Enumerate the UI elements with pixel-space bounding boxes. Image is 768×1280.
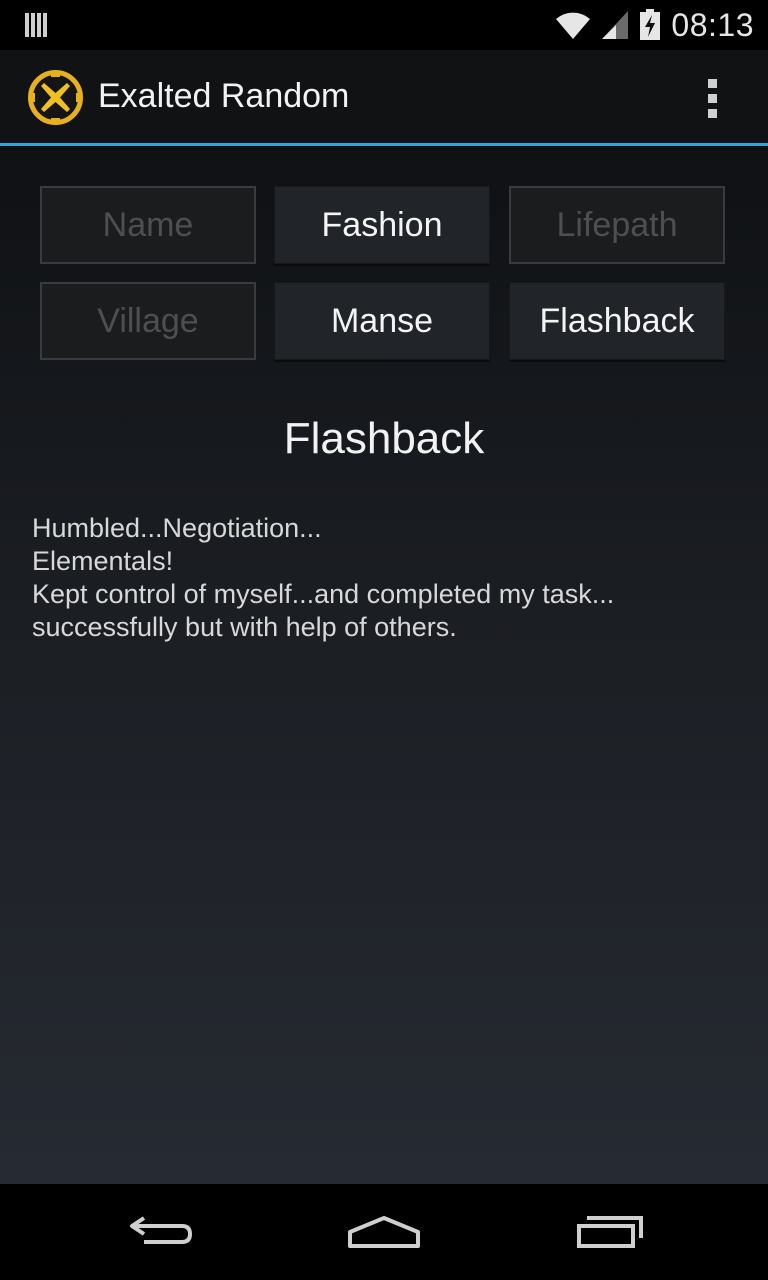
- overflow-dot: [707, 108, 717, 118]
- notification-bars-icon: [25, 13, 47, 37]
- result-line: Humbled...Negotiation...: [32, 513, 322, 543]
- overflow-dot: [707, 78, 717, 88]
- flashback-button[interactable]: Flashback: [509, 282, 725, 360]
- wifi-icon: [556, 12, 591, 39]
- status-bar: 08:13: [0, 0, 768, 50]
- lifepath-button[interactable]: Lifepath: [509, 186, 725, 264]
- back-button[interactable]: [115, 1204, 205, 1260]
- app-title: Exalted Random: [98, 77, 350, 115]
- name-button[interactable]: Name: [40, 186, 256, 264]
- result-line: Elementals!: [32, 546, 174, 576]
- manse-button[interactable]: Manse: [274, 282, 490, 360]
- exalted-x-logo-icon[interactable]: [27, 69, 84, 126]
- android-screen: 08:13 Exalted Random Name Fashion Lifepa…: [0, 0, 768, 1280]
- home-icon: [348, 1216, 420, 1248]
- home-button[interactable]: [339, 1204, 429, 1260]
- signal-icon: [602, 11, 629, 39]
- overflow-menu-icon[interactable]: [690, 72, 734, 124]
- result-line: successfully but with help of others.: [32, 612, 457, 642]
- fashion-button[interactable]: Fashion: [274, 186, 490, 264]
- battery-charging-icon: [640, 9, 661, 40]
- overflow-dot: [707, 93, 717, 103]
- status-time: 08:13: [671, 6, 754, 43]
- result-title: Flashback: [283, 414, 485, 463]
- back-icon: [130, 1216, 193, 1244]
- recent-apps-button[interactable]: [565, 1204, 655, 1260]
- result-line: Kept control of myself...and completed m…: [32, 579, 615, 609]
- status-right-group: 08:13: [555, 0, 754, 50]
- village-button[interactable]: Village: [40, 282, 256, 360]
- result-text: Humbled...Negotiation... Elementals! Kep…: [32, 512, 742, 644]
- recent-apps-icon: [577, 1216, 643, 1248]
